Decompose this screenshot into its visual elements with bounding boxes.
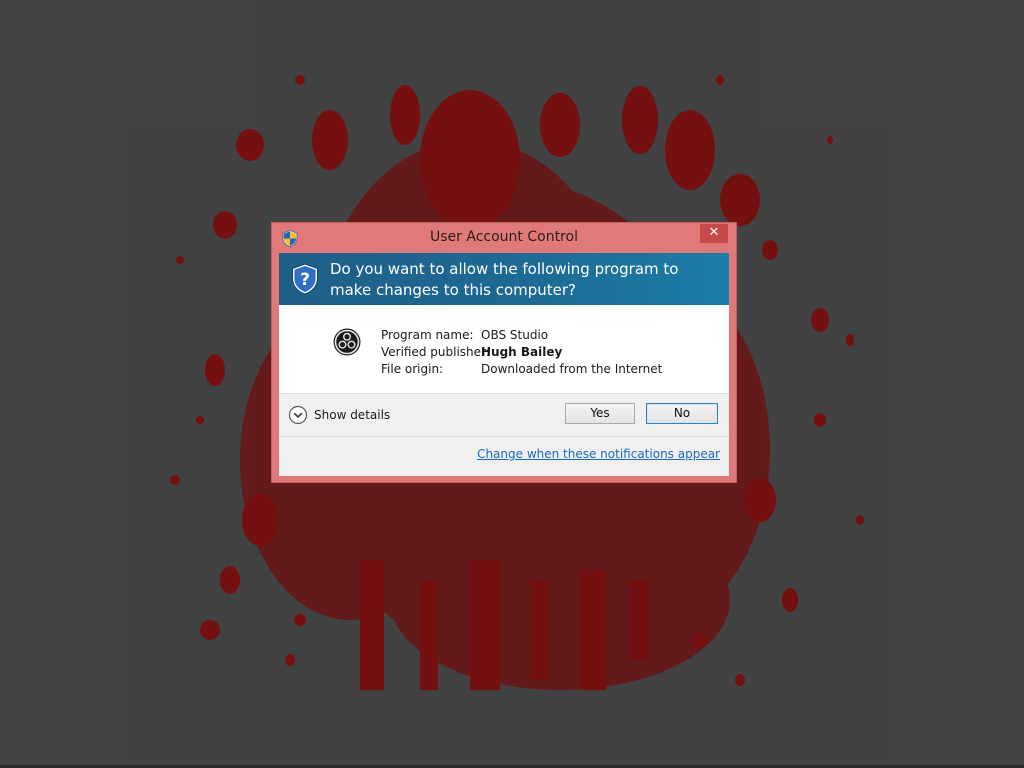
no-button[interactable]: No	[646, 403, 718, 424]
svg-text:?: ?	[300, 270, 310, 290]
publisher-row: Verified publisher:Hugh Bailey	[381, 344, 662, 361]
question-text: Do you want to allow the following progr…	[330, 260, 679, 299]
file-origin-value: Downloaded from the Internet	[481, 362, 663, 376]
program-info-panel: Program name: OBS Studio Verified publish…	[279, 305, 729, 394]
dialog-body: ? Do you want to allow the following pro…	[279, 253, 729, 476]
uac-dialog: User Account Control ✕ ? Do you want to …	[271, 222, 737, 483]
title-bar: User Account Control ✕	[272, 223, 736, 253]
chevron-down-icon	[288, 405, 308, 425]
file-origin-label: File origin:	[381, 362, 444, 376]
window-title: User Account Control	[430, 229, 578, 245]
program-name-label: Program name:	[381, 328, 474, 342]
program-name-value: OBS Studio	[481, 328, 549, 342]
change-notifications-link[interactable]: Change when these notifications appear	[477, 447, 720, 461]
uac-shield-icon: ?	[292, 263, 318, 295]
footer: Change when these notifications appear	[279, 437, 729, 476]
secure-desktop: User Account Control ✕ ? Do you want to …	[0, 0, 1024, 768]
program-name-row: Program name: OBS Studio	[381, 327, 662, 344]
close-button[interactable]: ✕	[700, 224, 728, 243]
obs-studio-icon	[333, 328, 361, 356]
publisher-value: Hugh Bailey	[481, 345, 563, 359]
show-details-label: Show details	[314, 408, 391, 422]
action-bar: Show details Yes No	[279, 394, 729, 437]
program-details: Program name: OBS Studio Verified publish…	[381, 327, 662, 378]
file-origin-row: File origin: Downloaded from the Internet	[381, 361, 662, 378]
question-banner: ? Do you want to allow the following pro…	[279, 253, 729, 305]
yes-button[interactable]: Yes	[565, 403, 635, 424]
publisher-label: Verified publisher:	[381, 345, 490, 359]
